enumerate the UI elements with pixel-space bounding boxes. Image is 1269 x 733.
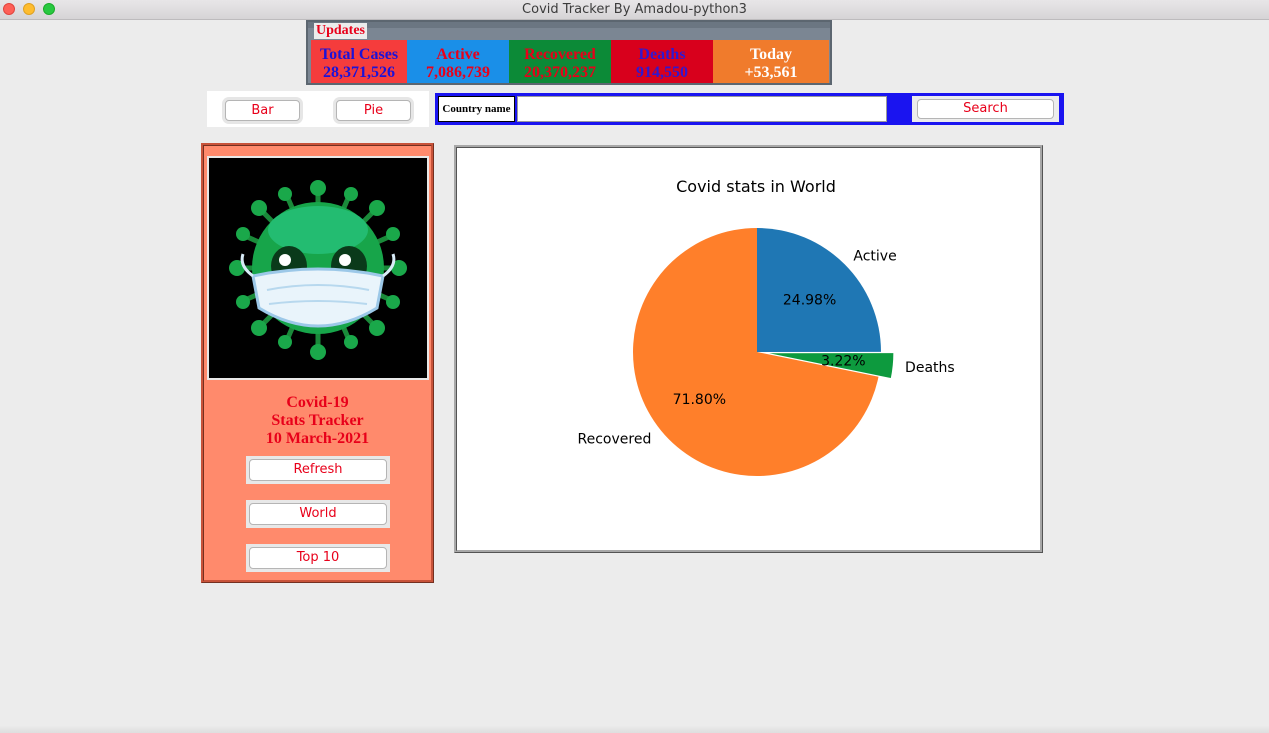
sidebar-title: Covid-19 Stats Tracker 10 March-2021 xyxy=(204,394,431,448)
refresh-button-frame: Refresh xyxy=(246,456,390,484)
updates-strip xyxy=(308,22,830,28)
bar-chart-button[interactable]: Bar xyxy=(225,100,300,121)
active-label: Active xyxy=(436,46,480,63)
pie-label-recovered: Recovered xyxy=(578,431,652,447)
country-name-label: Country name xyxy=(438,96,515,122)
sidebar-title-line2: Stats Tracker xyxy=(271,412,364,429)
total-cases-label: Total Cases xyxy=(319,46,399,63)
pie-pct-recovered: 71.80% xyxy=(673,392,726,408)
world-button-frame: World xyxy=(246,500,390,528)
today-stat: Today +53,561 xyxy=(713,40,829,83)
pie-slice-active xyxy=(757,228,881,352)
pie-chart-button[interactable]: Pie xyxy=(336,100,411,121)
country-name-input[interactable] xyxy=(517,96,887,122)
window-title: Covid Tracker By Amadou-python3 xyxy=(522,2,747,17)
chart-panel: Covid stats in World Active 24.98% Deaths 3… xyxy=(454,145,1043,553)
pie-label-deaths: Deaths xyxy=(905,360,955,376)
world-button[interactable]: World xyxy=(249,503,387,525)
total-cases-value: 28,371,526 xyxy=(323,64,395,81)
search-button[interactable]: Search xyxy=(917,99,1054,119)
recovered-value: 20,370,237 xyxy=(524,64,596,81)
chart-type-panel: Bar Pie xyxy=(207,91,429,127)
active-value: 7,086,739 xyxy=(426,64,490,81)
pie-chart: Covid stats in World Active24.98%Deaths3… xyxy=(578,177,955,476)
pie-pct-active: 24.98% xyxy=(783,292,836,308)
recovered-label: Recovered xyxy=(524,46,596,63)
sidebar-panel: Covid-19 Stats Tracker 10 March-2021 Ref… xyxy=(201,143,434,583)
search-button-frame: Search xyxy=(912,96,1059,122)
updates-legend: Updates xyxy=(314,23,368,39)
top10-button-frame: Top 10 xyxy=(246,544,390,572)
virus-mascot-image xyxy=(207,156,429,380)
top10-button[interactable]: Top 10 xyxy=(249,547,387,569)
search-panel: Country name Search xyxy=(435,93,1064,125)
recovered-stat: Recovered 20,370,237 xyxy=(509,40,611,83)
deaths-value: 914,550 xyxy=(636,64,688,81)
refresh-button[interactable]: Refresh xyxy=(249,459,387,481)
deaths-stat: Deaths 914,550 xyxy=(611,40,713,83)
updates-panel: Updates Total Cases 28,371,526 Active 7,… xyxy=(306,20,832,85)
deaths-label: Deaths xyxy=(638,46,686,63)
window-titlebar: Covid Tracker By Amadou-python3 xyxy=(0,0,1269,20)
today-label: Today xyxy=(749,46,793,63)
sidebar-title-line3: 10 March-2021 xyxy=(265,430,370,447)
chart-title: Covid stats in World xyxy=(676,177,836,196)
sidebar-title-line1: Covid-19 xyxy=(286,394,349,411)
pie-label-active: Active xyxy=(853,248,896,264)
active-stat: Active 7,086,739 xyxy=(407,40,509,83)
total-cases-stat: Total Cases 28,371,526 xyxy=(311,40,407,83)
today-value: +53,561 xyxy=(744,64,798,81)
window-bottom-edge xyxy=(0,725,1269,733)
virus-mascot-icon xyxy=(229,180,407,360)
